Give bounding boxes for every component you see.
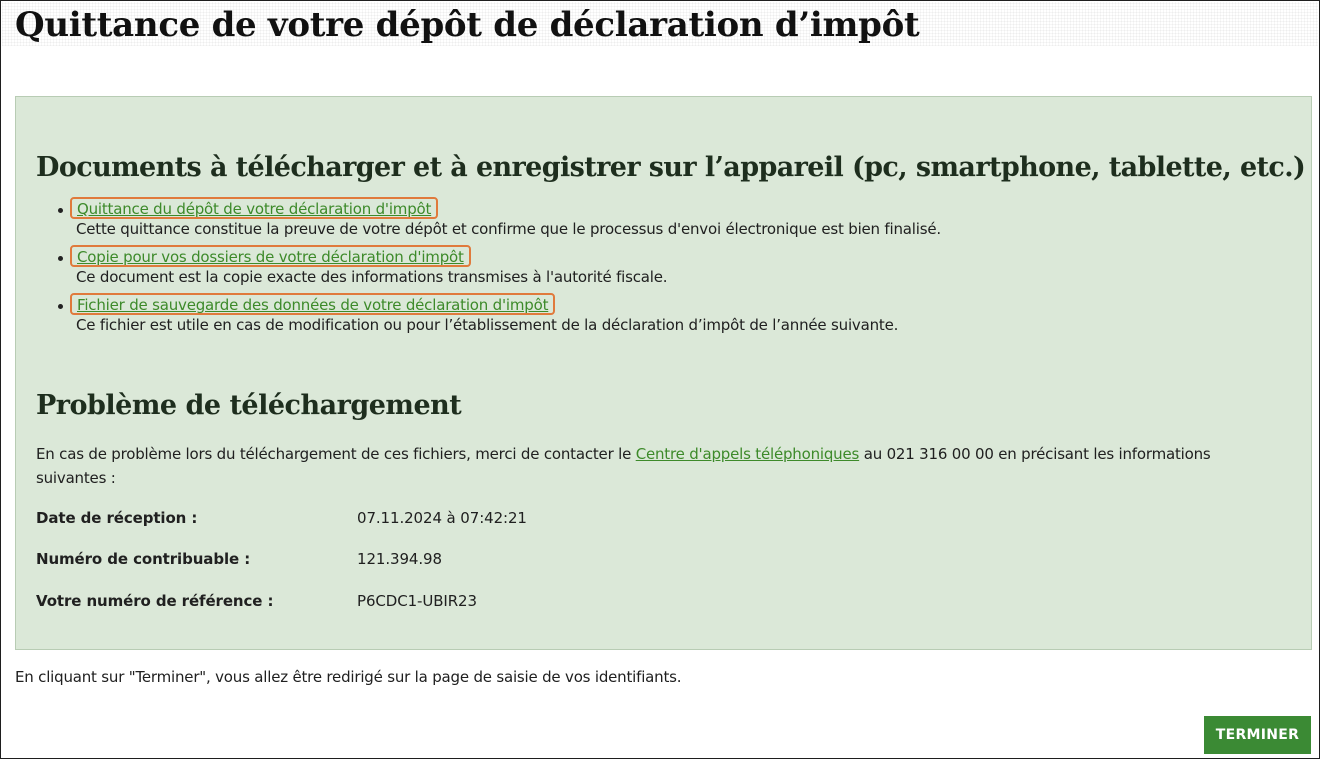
bullet-icon [58, 304, 63, 309]
highlight-box: Copie pour vos dossiers de votre déclara… [70, 245, 471, 267]
bullet-icon [58, 208, 63, 213]
backup-file-download-link[interactable]: Fichier de sauvegarde des données de vot… [77, 296, 548, 314]
bullet-icon [58, 256, 63, 261]
reception-date-row: Date de réception : 07.11.2024 à 07:42:21 [36, 509, 527, 527]
page-title: Quittance de votre dépôt de déclaration … [15, 5, 920, 45]
copy-description: Ce document est la copie exacte des info… [76, 268, 668, 286]
list-item: Copie pour vos dossiers de votre déclara… [36, 245, 1236, 299]
receipt-description: Cette quittance constitue la preuve de v… [76, 220, 941, 238]
download-panel: Documents à télécharger et à enregistrer… [15, 96, 1312, 650]
reference-number-label: Votre numéro de référence : [36, 592, 274, 610]
redirect-note: En cliquant sur "Terminer", vous allez ê… [15, 668, 682, 686]
page-frame: Quittance de votre dépôt de déclaration … [0, 0, 1320, 759]
backup-file-description: Ce fichier est utile en cas de modificat… [76, 316, 899, 334]
list-item: Fichier de sauvegarde des données de vot… [36, 293, 1236, 347]
documents-heading: Documents à télécharger et à enregistrer… [36, 152, 1306, 183]
reference-number-value: P6CDC1-UBIR23 [357, 592, 477, 610]
taxpayer-number-value: 121.394.98 [357, 550, 442, 568]
document-list: Quittance du dépôt de votre déclaration … [36, 197, 1236, 347]
reference-number-row: Votre numéro de référence : P6CDC1-UBIR23 [36, 592, 477, 610]
highlight-box: Quittance du dépôt de votre déclaration … [70, 197, 439, 219]
problem-intro: En cas de problème lors du téléchargemen… [36, 442, 1246, 490]
list-item: Quittance du dépôt de votre déclaration … [36, 197, 1236, 251]
receipt-download-link[interactable]: Quittance du dépôt de votre déclaration … [77, 200, 431, 218]
reception-date-label: Date de réception : [36, 509, 198, 527]
reception-date-value: 07.11.2024 à 07:42:21 [357, 509, 527, 527]
highlight-box: Fichier de sauvegarde des données de vot… [70, 293, 556, 315]
problem-heading: Problème de téléchargement [36, 390, 462, 421]
taxpayer-number-row: Numéro de contribuable : 121.394.98 [36, 550, 442, 568]
intro-text-before: En cas de problème lors du téléchargemen… [36, 445, 636, 463]
call-center-link[interactable]: Centre d'appels téléphoniques [636, 445, 860, 463]
finish-button[interactable]: TERMINER [1204, 716, 1311, 754]
taxpayer-number-label: Numéro de contribuable : [36, 550, 251, 568]
title-bar: Quittance de votre dépôt de déclaration … [2, 2, 1318, 46]
copy-download-link[interactable]: Copie pour vos dossiers de votre déclara… [77, 248, 464, 266]
